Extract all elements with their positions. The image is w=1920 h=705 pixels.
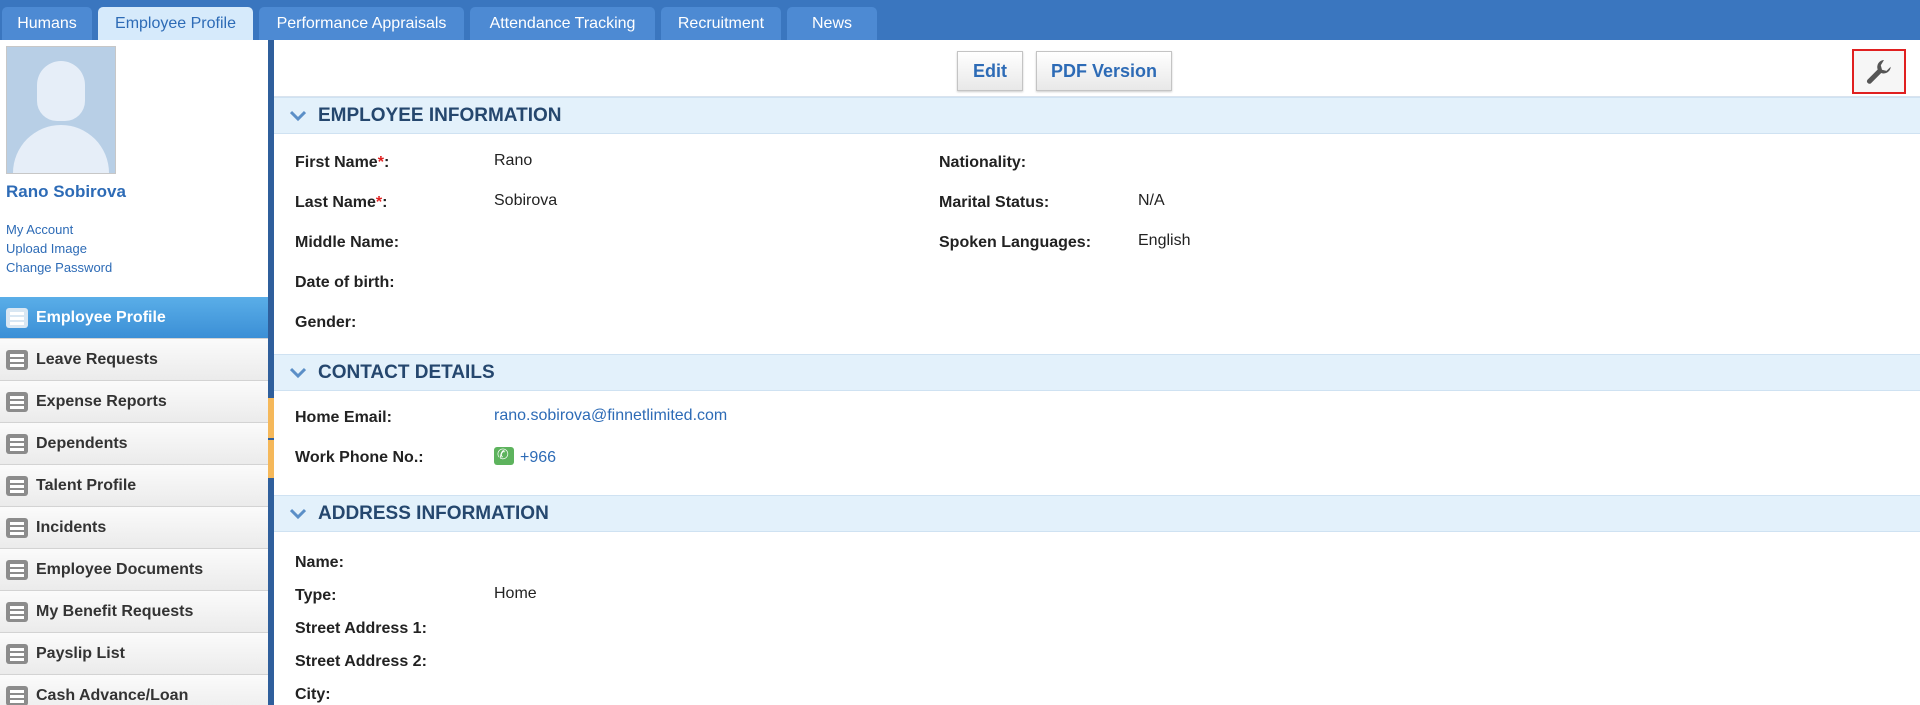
section-contact-details[interactable]: CONTACT DETAILS [274, 354, 1920, 391]
documents-icon [6, 559, 28, 580]
sidebar-item-benefit-requests[interactable]: My Benefit Requests [0, 591, 268, 633]
expense-icon [6, 391, 28, 412]
address-type-label: Type: [295, 587, 337, 604]
street-address-1-label: Street Address 1: [295, 620, 427, 637]
first-name-value: Rano [494, 152, 533, 169]
nationality-label: Nationality: [939, 154, 1027, 171]
spoken-languages-label: Spoken Languages: [939, 234, 1092, 251]
incidents-icon [6, 517, 28, 538]
address-type-value: Home [494, 585, 537, 602]
home-email-label: Home Email: [295, 409, 392, 426]
upload-image-link[interactable]: Upload Image [6, 241, 112, 256]
change-password-link[interactable]: Change Password [6, 260, 112, 275]
address-fields: Name: Type: Home Street Address 1: Stree… [274, 532, 1920, 703]
sidebar-item-cash-advance[interactable]: Cash Advance/Loan [0, 675, 268, 705]
dob-label: Date of birth: [295, 274, 395, 291]
section-employee-information[interactable]: EMPLOYEE INFORMATION [274, 97, 1920, 134]
chevron-down-icon [288, 106, 308, 126]
tab-recruitment[interactable]: Recruitment [661, 7, 781, 40]
sidebar-item-incidents[interactable]: Incidents [0, 507, 268, 549]
pdf-version-button[interactable]: PDF Version [1036, 51, 1172, 91]
sidebar-item-label: Cash Advance/Loan [36, 686, 189, 704]
sidebar-item-label: Incidents [36, 518, 107, 536]
toolbar: Edit PDF Version [274, 40, 1920, 97]
dependents-icon [6, 433, 28, 454]
sidebar-menu: Employee Profile Leave Requests Expense … [0, 297, 268, 705]
work-phone-label: Work Phone No.: [295, 449, 424, 466]
tab-attendance-tracking[interactable]: Attendance Tracking [470, 7, 655, 40]
payslip-icon [6, 643, 28, 664]
top-tabs: Humans Employee Profile Performance Appr… [2, 7, 877, 40]
section-title: EMPLOYEE INFORMATION [318, 104, 562, 126]
chevron-down-icon [288, 363, 308, 383]
sidebar-item-talent-profile[interactable]: Talent Profile [0, 465, 268, 507]
section-title: CONTACT DETAILS [318, 361, 495, 383]
gender-label: Gender: [295, 314, 357, 331]
tools-button[interactable] [1852, 49, 1906, 94]
chevron-down-icon [288, 504, 308, 524]
tab-performance-appraisals[interactable]: Performance Appraisals [259, 7, 464, 40]
marital-status-value: N/A [1138, 192, 1165, 209]
wrench-icon [1867, 59, 1891, 84]
employee-info-fields: First Name*: Rano Last Name*: Sobirova M… [274, 134, 1920, 354]
sidebar-item-leave-requests[interactable]: Leave Requests [0, 339, 268, 381]
sidebar-item-label: Expense Reports [36, 392, 167, 410]
sidebar-item-label: Dependents [36, 434, 128, 452]
spoken-languages-value: English [1138, 232, 1191, 249]
city-label: City: [295, 686, 331, 703]
sidebar-item-expense-reports[interactable]: Expense Reports [0, 381, 268, 423]
main-content: Edit PDF Version EMPLOYEE INFORMATION Fi… [274, 40, 1920, 705]
section-title: ADDRESS INFORMATION [318, 502, 549, 524]
last-name-label: Last Name*: [295, 194, 388, 211]
avatar-body-shape [13, 125, 109, 173]
work-phone-value[interactable]: +966 [494, 446, 556, 467]
contact-fields: Home Email: rano.sobirova@finnetlimited.… [274, 391, 1920, 495]
edit-button[interactable]: Edit [957, 51, 1023, 91]
sidebar-item-label: Payslip List [36, 644, 125, 662]
street-address-2-label: Street Address 2: [295, 653, 427, 670]
sidebar-item-label: Leave Requests [36, 350, 158, 368]
sidebar-item-label: Employee Documents [36, 560, 204, 578]
first-name-label: First Name*: [295, 154, 390, 171]
sidebar-item-label: Talent Profile [36, 476, 137, 494]
avatar[interactable] [6, 46, 116, 174]
sidebar-item-dependents[interactable]: Dependents [0, 423, 268, 465]
top-nav-bar: Humans Employee Profile Performance Appr… [0, 0, 1920, 40]
tab-humans[interactable]: Humans [2, 7, 92, 40]
address-name-label: Name: [295, 554, 344, 571]
cash-icon [6, 685, 28, 705]
middle-name-label: Middle Name: [295, 234, 400, 251]
benefit-icon [6, 601, 28, 622]
sidebar-item-label: My Benefit Requests [36, 602, 194, 620]
phone-icon [494, 446, 514, 465]
sidebar-item-employee-profile[interactable]: Employee Profile [0, 297, 268, 339]
tab-employee-profile[interactable]: Employee Profile [98, 7, 253, 40]
leave-icon [6, 349, 28, 370]
home-email-link[interactable]: rano.sobirova@finnetlimited.com [494, 407, 727, 425]
section-address-information[interactable]: ADDRESS INFORMATION [274, 495, 1920, 532]
marital-status-label: Marital Status: [939, 194, 1050, 211]
sidebar: Rano Sobirova My Account Upload Image Ch… [0, 40, 268, 705]
talent-icon [6, 475, 28, 496]
sidebar-item-employee-documents[interactable]: Employee Documents [0, 549, 268, 591]
sidebar-item-label: Employee Profile [36, 308, 166, 326]
user-name[interactable]: Rano Sobirova [6, 182, 126, 202]
avatar-head-shape [37, 61, 85, 121]
tab-news[interactable]: News [787, 7, 877, 40]
profile-icon [6, 307, 28, 328]
sidebar-item-payslip-list[interactable]: Payslip List [0, 633, 268, 675]
last-name-value: Sobirova [494, 192, 558, 209]
my-account-link[interactable]: My Account [6, 222, 112, 237]
user-links: My Account Upload Image Change Password [6, 222, 112, 275]
